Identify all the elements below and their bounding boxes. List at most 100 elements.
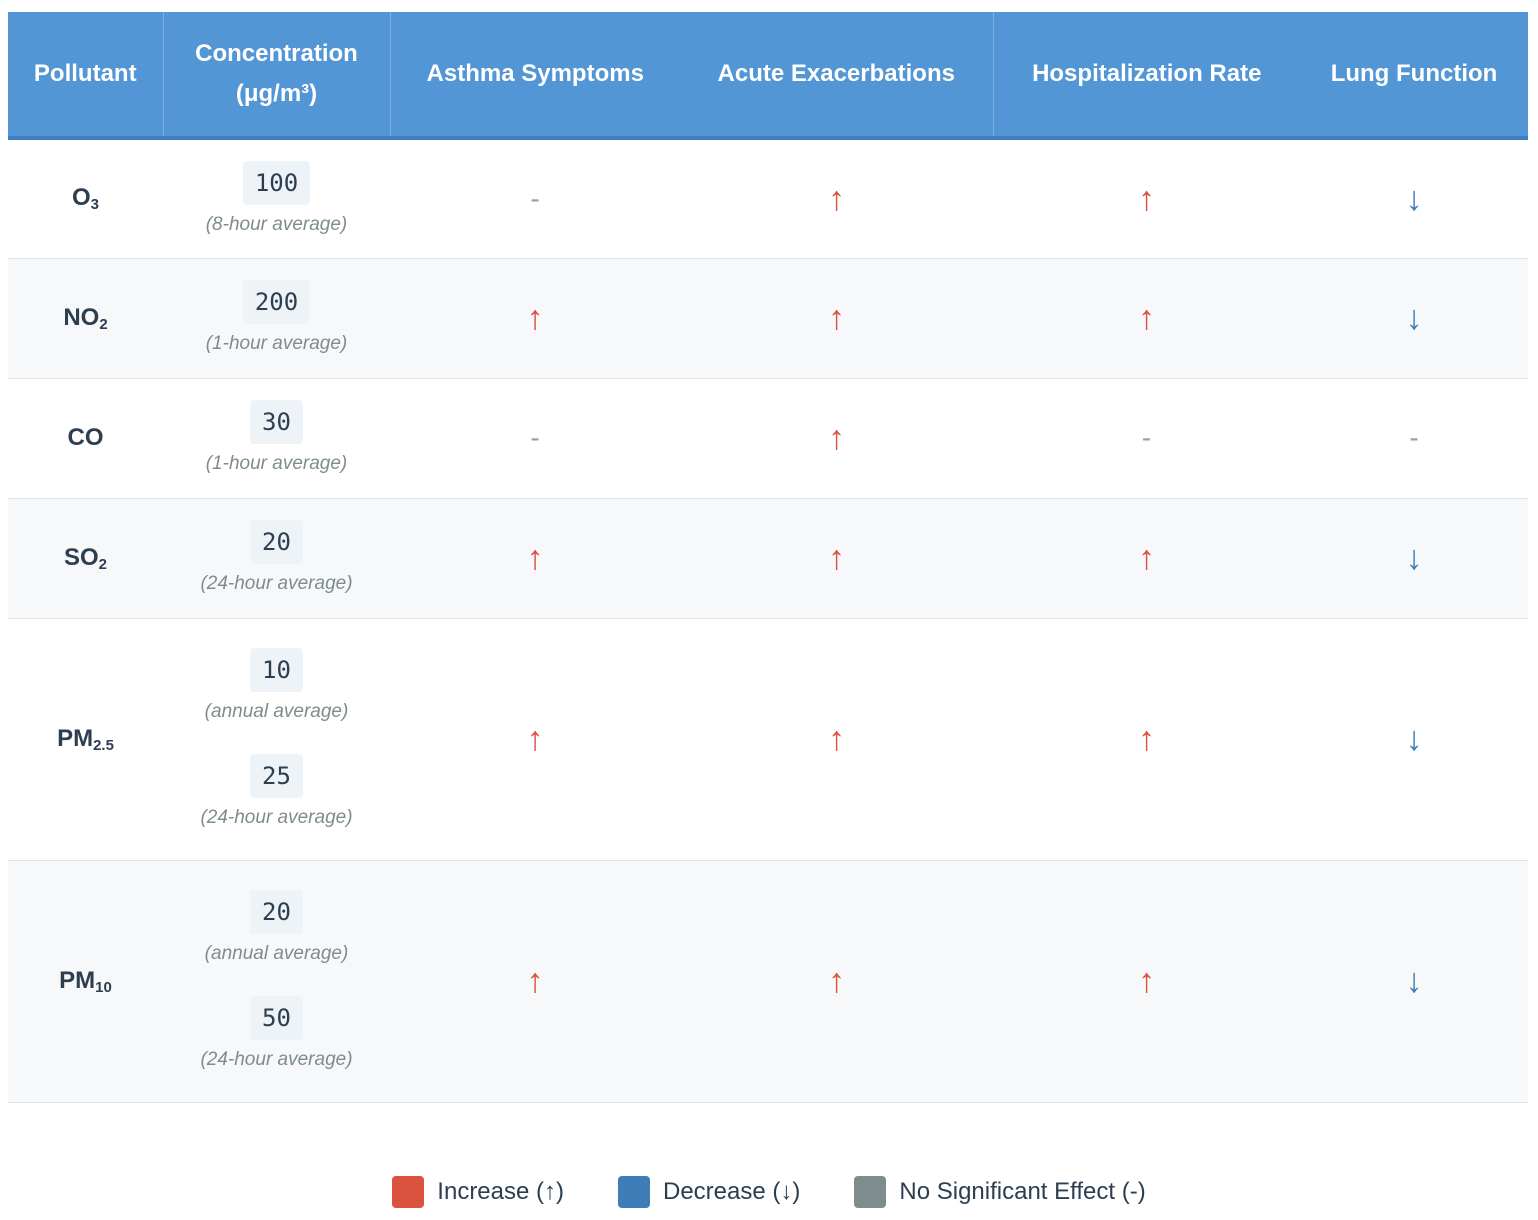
concentration-entry: 50 (24-hour average): [163, 996, 390, 1072]
effect-cell-hospitalization-rate: -: [993, 378, 1300, 498]
effect-cell-asthma-symptoms: ↑: [390, 258, 680, 378]
table-row: O3 100 (8-hour average) - ↑ ↑ ↓: [8, 138, 1528, 258]
concentration-cell: 20 (24-hour average): [163, 498, 390, 618]
decrease-swatch: [618, 1176, 650, 1208]
arrow-down-icon: ↓: [1405, 299, 1423, 337]
pollutant-name: CO: [67, 424, 104, 451]
no-effect-icon: -: [530, 422, 540, 453]
arrow-up-icon: ↑: [1138, 179, 1155, 218]
arrow-down-icon: ↓: [1405, 539, 1423, 577]
pollutant-subscript: 2.5: [93, 736, 114, 754]
arrow-up-icon: ↑: [1138, 299, 1155, 337]
concentration-cell: 30 (1-hour average): [163, 378, 390, 498]
table-row: SO2 20 (24-hour average) ↑ ↑ ↑ ↓: [8, 498, 1528, 618]
legend-item-no-effect: No Significant Effect (-): [854, 1176, 1146, 1208]
no-effect-swatch: [854, 1176, 887, 1208]
concentration-value: 10: [250, 648, 303, 692]
arrow-up-icon: ↑: [1138, 962, 1155, 1000]
arrow-up-icon: ↑: [828, 539, 845, 577]
arrow-down-icon: ↓: [1405, 720, 1423, 758]
concentration-cell: 100 (8-hour average): [163, 138, 390, 258]
legend-label-no-effect: No Significant Effect (-): [899, 1178, 1146, 1205]
effect-cell-lung-function: -: [1300, 378, 1528, 498]
averaging-period: (annual average): [204, 701, 349, 722]
header-acute-exacerbations: Acute Exacerbations: [680, 12, 994, 140]
averaging-period: (1-hour average): [205, 453, 348, 474]
pollutant-subscript: 2: [99, 315, 108, 333]
header-pollutant: Pollutant: [8, 12, 164, 140]
legend-label-increase: Increase (↑): [437, 1178, 564, 1205]
effect-cell-acute-exacerbations: ↑: [680, 618, 993, 860]
effect-cell-lung-function: ↓: [1300, 258, 1528, 378]
no-effect-icon: -: [530, 182, 540, 214]
concentration-value: 20: [250, 520, 303, 564]
table-header-row: Pollutant Concentration (μg/m³) Asthma S…: [8, 12, 1528, 140]
pollutant-effects-table: Pollutant Concentration (μg/m³) Asthma S…: [8, 12, 1528, 1103]
legend-item-decrease: Decrease (↓): [618, 1176, 800, 1208]
header-asthma-symptoms: Asthma Symptoms: [390, 12, 680, 140]
averaging-period: (8-hour average): [205, 213, 348, 235]
pollutant-name: SO: [63, 543, 99, 571]
pollutant-cell: O3: [8, 138, 163, 258]
arrow-up-icon: ↑: [828, 419, 845, 457]
table-row: NO2 200 (1-hour average) ↑ ↑ ↑ ↓: [8, 258, 1528, 378]
concentration-entry: 10 (annual average): [163, 648, 390, 724]
increase-swatch: [392, 1176, 425, 1208]
concentration-value: 50: [250, 996, 303, 1040]
header-concentration: Concentration (μg/m³): [163, 12, 391, 140]
effect-cell-hospitalization-rate: ↑: [993, 618, 1300, 860]
concentration-value: 200: [242, 280, 311, 324]
table-body: O3 100 (8-hour average) - ↑ ↑ ↓ NO2 200 (1-hour a…: [8, 138, 1528, 1102]
legend-label-decrease: Decrease (↓): [663, 1178, 801, 1205]
arrow-up-icon: ↑: [1138, 720, 1155, 758]
legend-item-increase: Increase (↑): [392, 1176, 564, 1208]
table-row: PM10 20 (annual average) 50 (24-hour average…: [8, 860, 1528, 1102]
arrow-down-icon: ↓: [1405, 179, 1423, 218]
averaging-period: (24-hour average): [200, 573, 353, 594]
averaging-period: (1-hour average): [205, 333, 348, 354]
table-row: PM2.5 10 (annual average) 25 (24-hour averag…: [8, 618, 1528, 860]
effect-cell-asthma-symptoms: -: [390, 378, 680, 498]
pollutant-name: PM: [59, 966, 96, 994]
pollutant-cell: CO: [8, 378, 163, 498]
averaging-period: (annual average): [204, 943, 349, 964]
legend: Increase (↑) Decrease (↓) No Significant…: [0, 1176, 1538, 1208]
concentration-cell: 20 (annual average) 50 (24-hour average): [163, 860, 390, 1102]
arrow-up-icon: ↑: [526, 539, 544, 577]
concentration-value: 30: [250, 400, 303, 444]
arrow-up-icon: ↑: [828, 299, 845, 337]
pollutant-name: PM: [57, 724, 94, 752]
pollutant-name: O: [71, 184, 91, 212]
pollutant-subscript: 10: [95, 978, 112, 996]
no-effect-icon: -: [1141, 422, 1152, 453]
effect-cell-acute-exacerbations: ↑: [680, 498, 993, 618]
effect-cell-lung-function: ↓: [1300, 498, 1528, 618]
pollutant-cell: PM10: [8, 860, 163, 1102]
concentration-value: 25: [250, 754, 303, 798]
arrow-up-icon: ↑: [526, 720, 544, 758]
effect-cell-acute-exacerbations: ↑: [680, 378, 993, 498]
arrow-up-icon: ↑: [526, 299, 544, 337]
concentration-entry: 30 (1-hour average): [163, 400, 390, 476]
pollutant-subscript: 3: [90, 196, 99, 214]
pollutant-cell: PM2.5: [8, 618, 163, 860]
concentration-cell: 10 (annual average) 25 (24-hour average): [163, 618, 390, 860]
effect-cell-hospitalization-rate: ↑: [993, 860, 1300, 1102]
arrow-up-icon: ↑: [1138, 539, 1155, 577]
pollutant-cell: SO2: [8, 498, 163, 618]
arrow-down-icon: ↓: [1405, 962, 1423, 1000]
concentration-entry: 20 (24-hour average): [163, 520, 390, 596]
averaging-period: (24-hour average): [200, 807, 353, 828]
arrow-up-icon: ↑: [828, 179, 845, 218]
effects-table-container: Pollutant Concentration (μg/m³) Asthma S…: [8, 12, 1528, 1103]
concentration-cell: 200 (1-hour average): [163, 258, 390, 378]
effect-cell-acute-exacerbations: ↑: [680, 258, 993, 378]
averaging-period: (24-hour average): [200, 1049, 353, 1070]
arrow-up-icon: ↑: [828, 720, 845, 758]
effect-cell-hospitalization-rate: ↑: [993, 258, 1300, 378]
effect-cell-hospitalization-rate: ↑: [993, 498, 1300, 618]
pollutant-subscript: 2: [98, 555, 108, 573]
concentration-entry: 100 (8-hour average): [163, 160, 390, 237]
table-row: CO 30 (1-hour average) - ↑ - -: [8, 378, 1528, 498]
concentration-value: 20: [250, 890, 303, 934]
